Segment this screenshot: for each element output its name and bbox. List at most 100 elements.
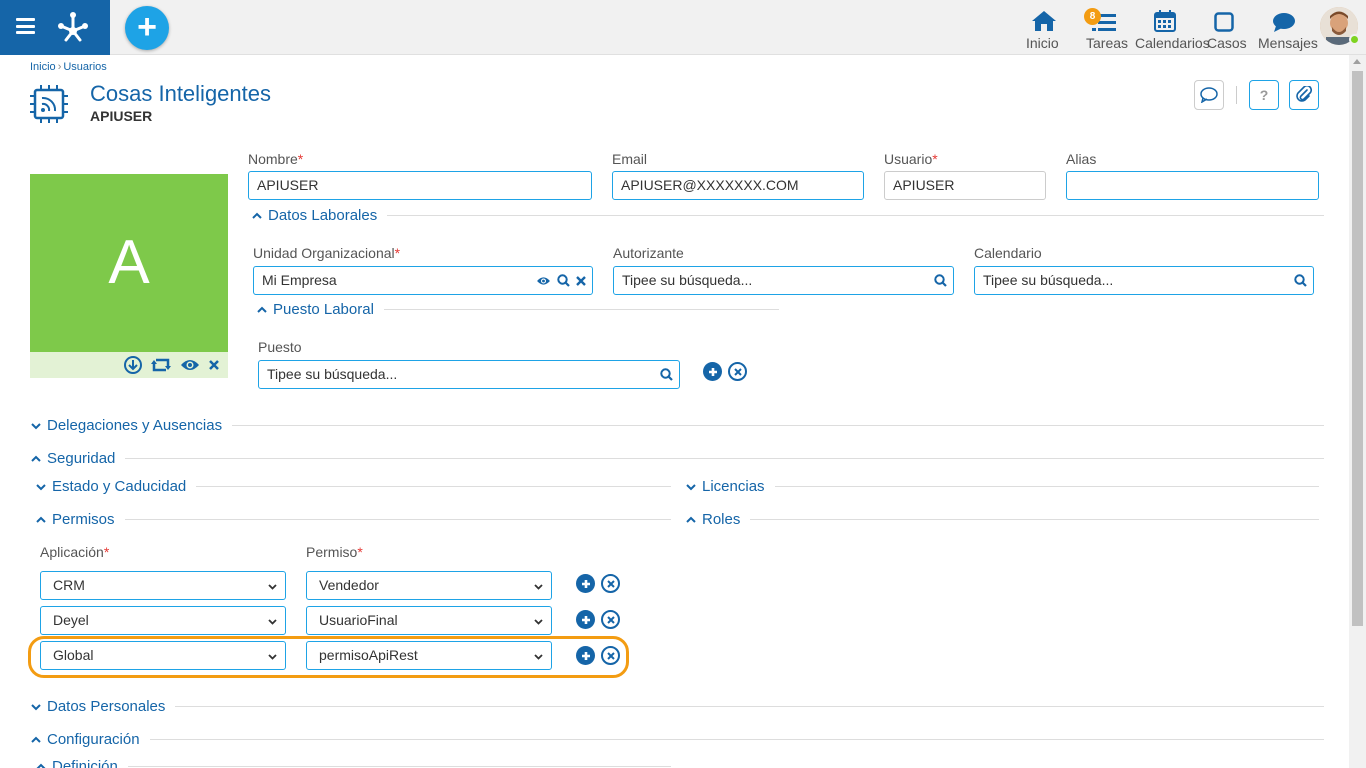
top-bar: + Inicio 8 Tareas Calendarios Casos Mens… bbox=[0, 0, 1366, 55]
section-delegaciones[interactable]: Delegaciones y Ausencias bbox=[30, 417, 1324, 434]
usuario-label: Usuario* bbox=[884, 151, 938, 167]
section-title: Permisos bbox=[52, 511, 115, 528]
breadcrumb-current[interactable]: Usuarios bbox=[63, 61, 106, 73]
page-subtitle: APIUSER bbox=[90, 108, 153, 124]
nav-label: Casos bbox=[1207, 35, 1247, 51]
scroll-up-icon[interactable] bbox=[1353, 59, 1361, 64]
puesto-label: Puesto bbox=[258, 339, 302, 355]
online-status-icon bbox=[1349, 34, 1360, 45]
nav-tareas[interactable]: 8 Tareas bbox=[1084, 6, 1128, 51]
delete-photo-icon[interactable] bbox=[208, 359, 220, 371]
unidad-field[interactable]: Mi Empresa bbox=[253, 266, 593, 295]
chevron-up-icon bbox=[257, 306, 267, 313]
vertical-scrollbar[interactable] bbox=[1349, 55, 1366, 768]
smart-thing-icon bbox=[30, 85, 68, 123]
download-icon[interactable] bbox=[124, 356, 142, 374]
nav-calendarios[interactable]: Calendarios bbox=[1135, 6, 1210, 51]
brand-area bbox=[0, 0, 110, 55]
section-seguridad[interactable]: Seguridad bbox=[30, 450, 1324, 467]
puesto-placeholder: Tipee su búsqueda... bbox=[267, 366, 398, 382]
autorizante-field[interactable]: Tipee su búsqueda... bbox=[613, 266, 954, 295]
view-icon[interactable] bbox=[536, 276, 551, 286]
hamburger-menu-icon[interactable] bbox=[16, 18, 35, 34]
section-title: Datos Laborales bbox=[268, 207, 378, 224]
plus-icon bbox=[581, 579, 590, 588]
close-icon bbox=[606, 615, 615, 624]
attachments-button[interactable] bbox=[1289, 80, 1319, 110]
add-puesto-button[interactable] bbox=[703, 362, 722, 381]
header-divider bbox=[1236, 86, 1237, 104]
view-icon[interactable] bbox=[180, 358, 200, 372]
refresh-icon[interactable] bbox=[150, 356, 172, 374]
scroll-thumb[interactable] bbox=[1352, 71, 1363, 626]
section-roles[interactable]: Roles bbox=[685, 511, 1319, 528]
section-title: Configuración bbox=[47, 731, 140, 748]
add-permiso-button[interactable] bbox=[576, 574, 595, 593]
usuario-field[interactable]: APIUSER bbox=[884, 171, 1046, 200]
permiso-select[interactable]: UsuarioFinal bbox=[306, 606, 552, 635]
chevron-up-icon bbox=[36, 516, 46, 523]
section-title: Delegaciones y Ausencias bbox=[47, 417, 223, 434]
nombre-label: Nombre* bbox=[248, 151, 304, 167]
search-icon[interactable] bbox=[1294, 274, 1307, 287]
chevron-down-icon bbox=[686, 483, 696, 490]
nav-label: Calendarios bbox=[1135, 35, 1210, 51]
comments-button[interactable] bbox=[1194, 80, 1224, 110]
unidad-label: Unidad Organizacional* bbox=[253, 245, 401, 261]
chevron-down-icon bbox=[31, 703, 41, 710]
add-new-button[interactable]: + bbox=[125, 6, 169, 50]
section-configuracion[interactable]: Configuración bbox=[30, 731, 1324, 748]
section-title: Estado y Caducidad bbox=[52, 478, 187, 495]
remove-permiso-button[interactable] bbox=[601, 610, 620, 629]
breadcrumb: Inicio › Usuarios bbox=[30, 61, 107, 73]
aplicacion-select[interactable]: Deyel bbox=[40, 606, 286, 635]
help-button[interactable]: ? bbox=[1249, 80, 1279, 110]
clear-icon[interactable] bbox=[576, 275, 586, 286]
aplicacion-select[interactable]: CRM bbox=[40, 571, 286, 600]
section-title: Roles bbox=[702, 511, 741, 528]
section-datos-laborales[interactable]: Datos Laborales bbox=[251, 207, 1324, 224]
nav-mensajes[interactable]: Mensajes bbox=[1258, 6, 1318, 51]
home-icon bbox=[1032, 11, 1056, 31]
close-icon bbox=[606, 579, 615, 588]
calendario-field[interactable]: Tipee su búsqueda... bbox=[974, 266, 1314, 295]
chevron-up-icon bbox=[686, 516, 696, 523]
nombre-field[interactable]: APIUSER bbox=[248, 171, 592, 200]
add-permiso-button[interactable] bbox=[576, 610, 595, 629]
breadcrumb-separator: › bbox=[57, 61, 62, 73]
chevron-up-icon bbox=[31, 736, 41, 743]
remove-permiso-button[interactable] bbox=[601, 574, 620, 593]
chevron-down-icon bbox=[36, 483, 46, 490]
section-estado-caducidad[interactable]: Estado y Caducidad bbox=[35, 478, 671, 495]
nav-casos[interactable]: Casos bbox=[1207, 6, 1247, 51]
section-datos-personales[interactable]: Datos Personales bbox=[30, 698, 1324, 715]
section-puesto-laboral[interactable]: Puesto Laboral bbox=[256, 301, 779, 318]
section-title: Puesto Laboral bbox=[273, 301, 374, 318]
search-icon[interactable] bbox=[660, 368, 673, 381]
calendario-placeholder: Tipee su búsqueda... bbox=[983, 272, 1114, 288]
alias-field[interactable] bbox=[1066, 171, 1319, 200]
app-logo-icon[interactable] bbox=[56, 10, 90, 44]
chevron-down-icon bbox=[268, 619, 277, 625]
search-icon[interactable] bbox=[557, 274, 570, 287]
paperclip-icon bbox=[1296, 86, 1312, 102]
section-permisos[interactable]: Permisos bbox=[35, 511, 671, 528]
section-title: Licencias bbox=[702, 478, 765, 495]
nav-inicio[interactable]: Inicio bbox=[1026, 6, 1062, 51]
photo-toolbar bbox=[30, 352, 228, 378]
nav-label: Tareas bbox=[1086, 35, 1129, 51]
email-field[interactable]: APIUSER@XXXXXXX.COM bbox=[612, 171, 864, 200]
close-icon bbox=[733, 367, 742, 376]
search-icon[interactable] bbox=[934, 274, 947, 287]
section-licencias[interactable]: Licencias bbox=[685, 478, 1319, 495]
help-icon: ? bbox=[1259, 87, 1269, 103]
remove-puesto-button[interactable] bbox=[728, 362, 747, 381]
puesto-field[interactable]: Tipee su búsqueda... bbox=[258, 360, 680, 389]
section-definicion[interactable]: Definición bbox=[35, 758, 671, 768]
section-title: Datos Personales bbox=[47, 698, 166, 715]
cases-icon bbox=[1214, 12, 1234, 32]
breadcrumb-home[interactable]: Inicio bbox=[30, 61, 56, 73]
plus-icon bbox=[708, 367, 717, 376]
permiso-select[interactable]: Vendedor bbox=[306, 571, 552, 600]
autorizante-placeholder: Tipee su búsqueda... bbox=[622, 272, 753, 288]
